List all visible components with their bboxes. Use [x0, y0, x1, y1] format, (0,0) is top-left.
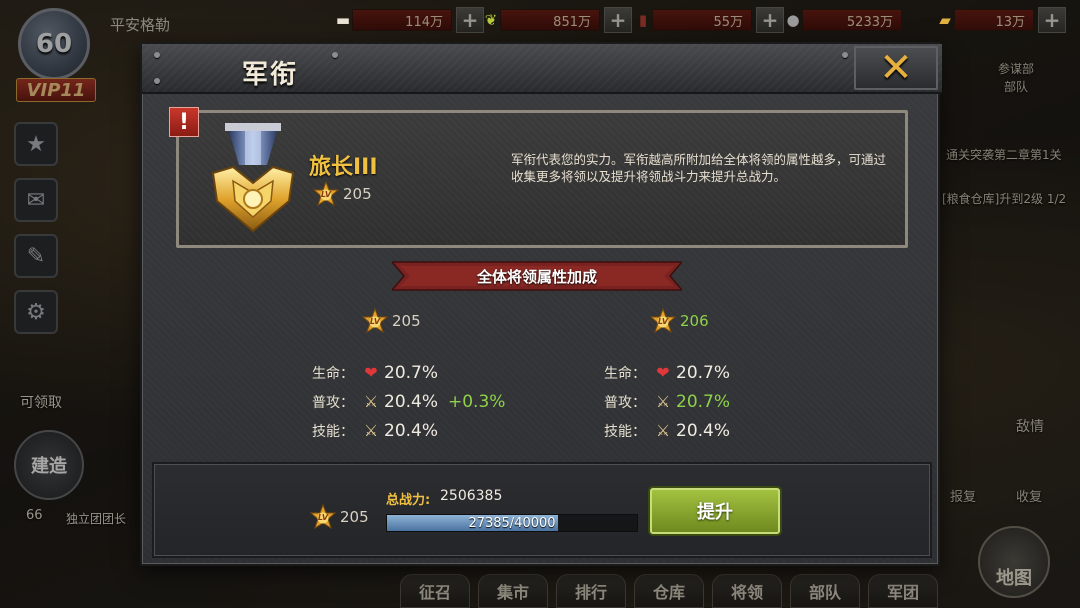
rank-description: 军衔代表您的实力。军衔越高所附加给全体将领的属性越多，可通过收集更多将领以及提升…	[511, 152, 887, 184]
stat-label: 技能：	[604, 423, 646, 440]
next-stat-rows: 生命： ❤ 20.7% 普攻： ⚔ 20.7% 技能： ⚔ 20.4%	[604, 358, 844, 445]
bolt	[842, 52, 848, 58]
stat-label: 生命：	[312, 365, 354, 382]
sword-icon: ⚔	[655, 392, 671, 411]
medal-icon	[211, 123, 295, 233]
modal-title: 军衔	[242, 60, 299, 90]
current-level: LV 205	[362, 308, 602, 334]
total-power-label: 总战力:	[386, 493, 431, 508]
rank-modal: 军衔 ✕ ! 旅长III LV 205 军衔代表您的实力。军衔越高所附加给全体将…	[140, 42, 942, 566]
lv-text: LV	[320, 189, 332, 199]
stat-value: 20.7%	[676, 362, 731, 383]
heart-icon: ❤	[364, 363, 378, 382]
lv-text: LV	[369, 316, 381, 326]
current-stat-rows: 生命： ❤ 20.7% 普攻： ⚔ 20.4% +0.3% 技能： ⚔ 20.4…	[312, 358, 552, 445]
sword-icon: ⚔	[363, 392, 379, 411]
close-button[interactable]: ✕	[854, 46, 938, 90]
grain-icon: ❦	[484, 11, 498, 29]
stat-value: 20.7%	[676, 391, 731, 412]
gold-icon: ▰	[939, 11, 951, 29]
stat-value: 20.4%	[384, 391, 439, 412]
stat-bonus: +0.3%	[448, 391, 506, 412]
lv-text: LV	[657, 316, 669, 326]
modal-header: 军衔 ✕	[142, 44, 942, 94]
coin-icon: ●	[786, 11, 800, 29]
footer-level-value: 205	[340, 508, 369, 526]
current-level-value: 205	[392, 312, 421, 330]
lv-star-icon: LV	[650, 308, 676, 334]
next-level-value: 206	[680, 312, 709, 330]
rank-name: 旅长III	[309, 155, 378, 180]
oil-icon: ▮	[638, 11, 648, 29]
lv-star-icon: LV	[362, 308, 388, 334]
lv-text: LV	[317, 512, 329, 522]
section-title: 全体将领属性加成	[476, 267, 597, 286]
stat-row-hp: 生命： ❤ 20.7%	[312, 358, 552, 387]
sword-icon: ⚔	[363, 421, 379, 440]
rank-level: LV 205	[313, 181, 372, 207]
stat-row-skill: 技能： ⚔ 20.4%	[312, 416, 552, 445]
bolt	[154, 52, 160, 58]
close-icon: ✕	[879, 45, 913, 91]
lv-star-icon: LV	[313, 181, 339, 207]
total-power-value: 2506385	[440, 488, 503, 504]
stat-value: 20.4%	[676, 420, 731, 441]
next-stats: LV 206	[650, 308, 890, 334]
stat-label: 生命：	[604, 365, 646, 382]
stat-row-hp: 生命： ❤ 20.7%	[604, 358, 844, 387]
stat-row-attack: 普攻： ⚔ 20.7%	[604, 387, 844, 416]
stat-label: 技能：	[312, 423, 354, 440]
heart-icon: ❤	[656, 363, 670, 382]
next-level: LV 206	[650, 308, 890, 334]
alert-badge[interactable]: !	[169, 107, 199, 137]
xp-progress-text: 27385/40000	[468, 515, 556, 531]
stat-label: 普攻：	[604, 394, 646, 411]
footer-level: LV 205	[310, 504, 369, 530]
section-ribbon: 全体将领属性加成	[390, 260, 684, 292]
stat-value: 20.4%	[384, 420, 439, 441]
stat-label: 普攻：	[312, 394, 354, 411]
stat-row-skill: 技能： ⚔ 20.4%	[604, 416, 844, 445]
current-stats: LV 205	[362, 308, 602, 334]
rank-level-value: 205	[343, 185, 372, 203]
lv-star-icon: LV	[310, 504, 336, 530]
xp-progress-bar: 27385/40000	[386, 514, 638, 532]
stat-row-attack: 普攻： ⚔ 20.4% +0.3%	[312, 387, 552, 416]
stat-value: 20.7%	[384, 362, 439, 383]
bolt	[332, 52, 338, 58]
rank-card: ! 旅长III LV 205 军衔代表您的实力。军衔越高所附加给全体将领的属性越…	[169, 107, 908, 248]
sword-icon: ⚔	[655, 421, 671, 440]
footer-panel	[152, 462, 932, 558]
silver-icon: ▬	[335, 11, 351, 29]
bolt	[154, 78, 160, 84]
upgrade-button[interactable]: 提升	[650, 488, 780, 534]
